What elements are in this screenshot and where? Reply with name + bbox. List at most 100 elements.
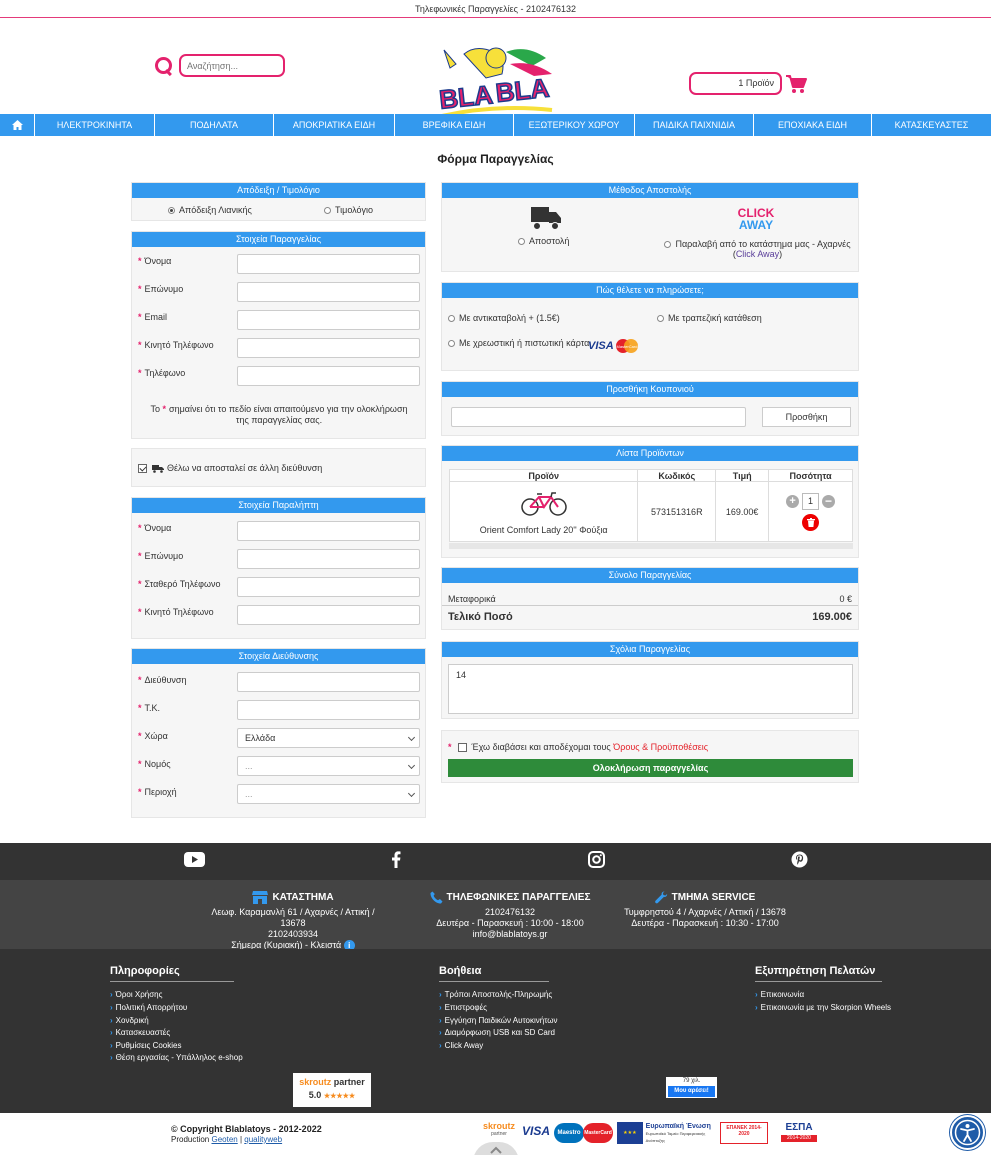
pickup-option[interactable]: Παραλαβή από το κατάστημα μας - Αχαρνές …	[660, 239, 855, 259]
home-button[interactable]	[0, 114, 35, 136]
copyright: © Copyright Blablatoys - 2012-2022	[171, 1124, 322, 1134]
radio-icon[interactable]	[664, 241, 672, 249]
radio-icon[interactable]	[657, 315, 664, 323]
home-icon	[11, 120, 23, 130]
footer-link-click-away[interactable]: Click Away	[439, 1041, 484, 1050]
cart-count[interactable]: 1 Προϊόν	[689, 72, 782, 95]
footer-link-shipping-payment[interactable]: Τρόποι Αποστολής-Πληρωμής	[439, 990, 553, 999]
lastname-input[interactable]	[237, 282, 420, 302]
recipient-mobile-input[interactable]	[237, 605, 420, 625]
footer-link-skorpion[interactable]: Επικοινωνία με την Skorpion Wheels	[755, 1003, 891, 1012]
address-zip-input[interactable]	[237, 700, 420, 720]
footer-link-privacy[interactable]: Πολιτική Απορρήτου	[110, 1003, 188, 1012]
mobile-input[interactable]	[237, 338, 420, 358]
facebook-icon[interactable]	[391, 851, 401, 868]
footer-link-manufacturers[interactable]: Κατασκευαστές	[110, 1028, 171, 1037]
nav-item-bicycles[interactable]: ΠΟΔΗΛΑΤΑ	[155, 114, 274, 136]
nav-item-manufacturers[interactable]: ΚΑΤΑΣΚΕΥΑΣΤΕΣ	[872, 114, 991, 136]
ship-other-checkbox[interactable]	[138, 463, 147, 473]
bla-bla-logo[interactable]: BLA BLA	[436, 44, 556, 122]
cod-option[interactable]: Με αντικαταβολή + (1.5€)	[448, 313, 560, 323]
remove-item-button[interactable]	[802, 513, 820, 531]
recipient-panel: Στοιχεία Παραλήπτη * Όνομα * Επώνυμο * Σταθ…	[131, 497, 426, 639]
youtube-icon[interactable]	[184, 852, 205, 867]
coupon-add-button[interactable]: Προσθήκη	[762, 407, 851, 427]
coupon-title: Προσθήκη Κουπονιού	[442, 382, 858, 397]
product-name[interactable]: Orient Comfort Lady 20'' Φούξια	[450, 525, 637, 535]
nomos-select[interactable]: ...	[237, 756, 420, 776]
footer-link-warranty[interactable]: Εγγύηση Παιδικών Αυτοκινήτων	[439, 1016, 558, 1025]
phone-orders-email[interactable]: info@blablatoys.gr	[420, 929, 600, 940]
email-input[interactable]	[237, 310, 420, 330]
recipient-lastname-input[interactable]	[237, 549, 420, 569]
instagram-icon[interactable]	[588, 851, 605, 868]
bank-option[interactable]: Με τραπεζική κατάθεση	[657, 313, 762, 323]
terms-link[interactable]: Όρους & Προϋποθέσεις	[613, 742, 708, 752]
country-select[interactable]: Ελλάδα	[237, 728, 420, 748]
footer-link-cookies[interactable]: Ρυθμίσεις Cookies	[110, 1041, 182, 1050]
bicycle-image[interactable]	[519, 489, 569, 517]
contact-bar: ΚΑΤΑΣΤΗΜΑ Λεωφ. Καραμανλή 61 / Αχαρνές /…	[0, 880, 991, 951]
footer-link-usb[interactable]: Διαμόρφωση USB και SD Card	[439, 1028, 555, 1037]
table-scrollbar[interactable]	[449, 543, 853, 549]
area-select[interactable]: ...	[237, 784, 420, 804]
payment-title: Πώς θέλετε να πληρώσετε;	[442, 283, 858, 298]
submit-order-button[interactable]: Ολοκλήρωση παραγγελίας	[448, 759, 853, 777]
social-bar	[0, 843, 991, 880]
order-details-panel: Στοιχεία Παραγγελίας * Όνομα * Επώνυμο * Em…	[131, 231, 426, 439]
logo-text-2: BLA	[494, 73, 551, 108]
field-label-firstname: * Όνομα	[138, 256, 172, 266]
cart-area[interactable]: 1 Προϊόν	[689, 72, 807, 95]
nav-item-carnival[interactable]: ΑΠΟΚΡΙΑΤΙΚΑ ΕΙΔΗ	[274, 114, 395, 136]
terms-checkbox[interactable]	[457, 742, 467, 752]
service-address: Τυμφρηστού 4 / Αχαρνές / Αττική / 13678	[624, 907, 786, 917]
qty-input[interactable]: 1	[802, 492, 820, 510]
skroutz-partner-badge[interactable]: skroutz partner 5.0 ★★★★★	[293, 1073, 371, 1107]
epanek-logo: ΕΠΑΝΕΚ 2014-2020	[720, 1122, 768, 1144]
geoten-link[interactable]: Geoten	[211, 1135, 237, 1144]
search-input[interactable]	[179, 54, 285, 77]
scroll-top-button[interactable]	[473, 1142, 519, 1155]
recipient-landline-input[interactable]	[237, 577, 420, 597]
radio-icon[interactable]	[168, 207, 175, 215]
help-title: Βοήθεια	[439, 965, 549, 982]
nav-item-baby[interactable]: ΒΡΕΦΙΚΑ ΕΙΔΗ	[395, 114, 514, 136]
nav-item-toys[interactable]: ΠΑΙΔΙΚΑ ΠΑΙΧΝΙΔΙΑ	[635, 114, 754, 136]
facebook-like-widget[interactable]: 79 χιλ. Μου αρέσει!	[666, 1077, 717, 1098]
phone-input[interactable]	[237, 366, 420, 386]
terms-option[interactable]: * Έχω διαβάσει και αποδέχομαι τους Όρους…	[448, 742, 708, 752]
ship-option[interactable]: Αποστολή	[518, 236, 569, 246]
radio-icon[interactable]	[448, 340, 455, 348]
footer-link-wholesale[interactable]: Χονδρική	[110, 1016, 149, 1025]
qualityweb-link[interactable]: qualityweb	[244, 1135, 282, 1144]
nav-item-outdoor[interactable]: ΕΞΩΤΕΡΙΚΟΥ ΧΩΡΟΥ	[514, 114, 635, 136]
recipient-firstname-input[interactable]	[237, 521, 420, 541]
receipt-option[interactable]: Απόδειξη Λιανικής	[168, 205, 252, 215]
footer-link-returns[interactable]: Επιστροφές	[439, 1003, 487, 1012]
footer-link-contact[interactable]: Επικοινωνία	[755, 990, 804, 999]
mastercard-logo: MasterCard	[615, 339, 638, 353]
pinterest-icon[interactable]	[791, 851, 808, 868]
radio-icon[interactable]	[518, 238, 525, 246]
card-option[interactable]: Με χρεωστική ή πιστωτική κάρτα	[448, 338, 589, 348]
radio-icon[interactable]	[448, 315, 455, 323]
qty-minus-button[interactable]: −	[822, 494, 836, 508]
accessibility-button[interactable]	[950, 1115, 985, 1150]
firstname-input[interactable]	[237, 254, 420, 274]
qty-plus-button[interactable]: +	[786, 494, 800, 508]
invoice-option[interactable]: Τιμολόγιο	[324, 205, 373, 215]
radio-icon[interactable]	[324, 207, 331, 215]
address-street-input[interactable]	[237, 672, 420, 692]
click-away-link[interactable]: Click Away	[736, 249, 779, 259]
nav-item-electric[interactable]: ΗΛΕΚΤΡΟΚΙΝΗΤΑ	[35, 114, 155, 136]
footer-link-jobs[interactable]: Θέση εργασίας - Υπάλληλος e-shop	[110, 1053, 243, 1062]
footer-link-terms[interactable]: Όροι Χρήσης	[110, 990, 163, 999]
field-label-phone: * Τηλέφωνο	[138, 368, 186, 378]
cart-icon[interactable]	[785, 74, 807, 94]
comments-textarea[interactable]: 14	[448, 664, 853, 714]
search-icon[interactable]	[154, 56, 174, 76]
ship-other-option[interactable]: Θέλω να αποσταλεί σε άλλη διεύθυνση	[138, 463, 322, 473]
receipt-title: Απόδειξη / Τιμολόγιο	[132, 183, 425, 198]
nav-item-seasonal[interactable]: ΕΠΟΧΙΑΚΑ ΕΙΔΗ	[754, 114, 872, 136]
coupon-input[interactable]	[451, 407, 746, 427]
